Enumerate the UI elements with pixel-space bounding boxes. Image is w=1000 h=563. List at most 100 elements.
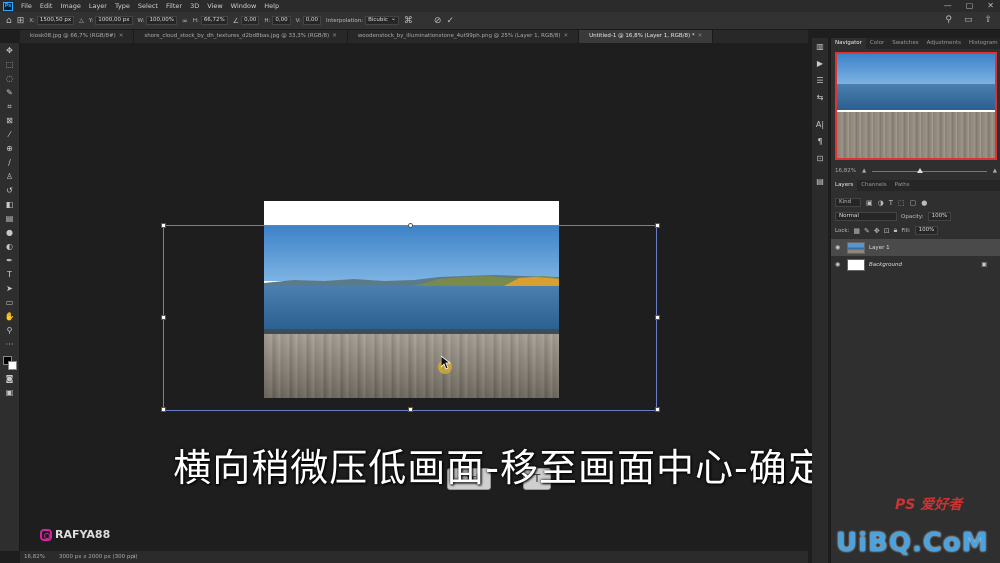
commit-transform-icon[interactable]: ✓	[446, 16, 454, 26]
menu-file[interactable]: File	[17, 0, 36, 12]
transform-handle-right[interactable]	[655, 315, 660, 320]
minimize-icon[interactable]: —	[944, 0, 952, 12]
angle-input[interactable]: 0,00	[241, 16, 260, 25]
filter-adjust-icon[interactable]: ◑	[878, 199, 884, 207]
screen-mode-icon[interactable]: ▣	[4, 388, 16, 398]
background-color-swatch[interactable]	[7, 361, 17, 370]
tab-navigator[interactable]: Navigator	[831, 38, 866, 49]
move-tool-icon[interactable]: ✥	[4, 46, 16, 56]
quick-mask-icon[interactable]: ◙	[4, 374, 16, 384]
frame-tool-icon[interactable]: ⊠	[4, 116, 16, 126]
path-select-tool-icon[interactable]: ➤	[4, 284, 16, 294]
search-icon[interactable]: ⚲	[945, 15, 952, 25]
share-icon[interactable]: ⇪	[984, 15, 992, 25]
lock-artboard-icon[interactable]: ⊡	[884, 227, 890, 235]
color-swatches[interactable]	[2, 356, 17, 370]
menu-type[interactable]: Type	[111, 0, 134, 12]
doc-tab[interactable]: kiosk08.jpg @ 66,7% (RGB/8#) ✕	[20, 30, 135, 43]
vskew-input[interactable]: 0,00	[302, 16, 321, 25]
transform-handle-top-right[interactable]	[655, 223, 660, 228]
healing-tool-icon[interactable]: ⊕	[4, 144, 16, 154]
history-panel-icon[interactable]: ▥	[816, 42, 824, 51]
menu-layer[interactable]: Layer	[85, 0, 111, 12]
tab-close-icon[interactable]: ✕	[698, 33, 703, 39]
doc-tab[interactable]: shore_cloud_stock_by_dh_textures_d2bd8ba…	[134, 30, 348, 43]
character-panel-icon[interactable]: A|	[816, 120, 824, 129]
eye-icon[interactable]: ◉	[835, 261, 843, 268]
more-tools-icon[interactable]: ···	[4, 340, 16, 350]
transform-handle-top-left[interactable]	[161, 223, 166, 228]
tab-close-icon[interactable]: ✕	[332, 33, 337, 39]
lock-paint-icon[interactable]: ✎	[864, 227, 870, 235]
lock-pixels-icon[interactable]: ▦	[853, 227, 860, 235]
free-transform-box[interactable]	[163, 225, 657, 411]
layer-kind-filter[interactable]: Kind	[835, 198, 861, 207]
hskew-input[interactable]: 0,00	[272, 16, 291, 25]
w-input[interactable]: 100,00%	[146, 16, 177, 25]
history-brush-tool-icon[interactable]: ↺	[4, 186, 16, 196]
brush-tool-icon[interactable]: ∕	[4, 158, 16, 168]
status-arrow-icon[interactable]: ›	[133, 553, 136, 561]
paragraph-panel-icon[interactable]: ¶	[817, 137, 822, 146]
marquee-tool-icon[interactable]: ⬚	[4, 60, 16, 70]
fill-input[interactable]: 100%	[914, 226, 939, 235]
transform-handle-bottom[interactable]	[408, 407, 413, 412]
menu-edit[interactable]: Edit	[36, 0, 57, 12]
warp-icon[interactable]: ⌘	[404, 16, 413, 26]
tab-channels[interactable]: Channels	[857, 180, 890, 191]
y-input[interactable]: 1000,00 px	[95, 16, 133, 25]
transform-handle-bottom-left[interactable]	[161, 407, 166, 412]
transform-reference-point[interactable]	[408, 223, 413, 228]
zoom-in-icon[interactable]: ▲	[993, 168, 997, 174]
adjust-panel-icon[interactable]: ⇆	[817, 93, 824, 102]
menu-3d[interactable]: 3D	[186, 0, 203, 12]
status-zoom[interactable]: 16,82%	[24, 554, 45, 560]
navigator-thumbnail[interactable]	[835, 52, 997, 160]
navigator-zoom-slider[interactable]	[872, 167, 987, 173]
filter-smart-icon[interactable]: ▢	[910, 199, 917, 207]
layer-name[interactable]: Background	[869, 262, 902, 268]
menu-select[interactable]: Select	[134, 0, 162, 12]
layer-row[interactable]: ◉ Layer 1	[831, 239, 1000, 256]
filter-type-icon[interactable]: T	[889, 199, 893, 207]
transform-handle-left[interactable]	[161, 315, 166, 320]
workspace-icon[interactable]: ▭	[964, 15, 973, 25]
actions-panel-icon[interactable]: ▶	[817, 59, 823, 68]
transform-handle-bottom-right[interactable]	[655, 407, 660, 412]
h-input[interactable]: 66,72%	[200, 16, 228, 25]
stamp-tool-icon[interactable]: ♙	[4, 172, 16, 182]
menu-view[interactable]: View	[203, 0, 226, 12]
link-icon[interactable]: ∞	[182, 17, 188, 25]
tab-color[interactable]: Color	[866, 38, 888, 49]
shape-tool-icon[interactable]: ▭	[4, 298, 16, 308]
presets-panel-icon[interactable]: ▤	[816, 177, 824, 186]
blend-mode-select[interactable]: Normal	[835, 212, 897, 221]
filter-shape-icon[interactable]: ⬚	[898, 199, 905, 207]
delta-icon[interactable]: △	[79, 17, 84, 24]
menu-window[interactable]: Window	[227, 0, 261, 12]
home-icon[interactable]: ⌂	[6, 16, 12, 26]
type-tool-icon[interactable]: T	[4, 270, 16, 280]
menu-image[interactable]: Image	[56, 0, 84, 12]
properties-panel-icon[interactable]: ☰	[816, 76, 823, 85]
eye-icon[interactable]: ◉	[835, 244, 843, 251]
hand-tool-icon[interactable]: ✋	[4, 312, 16, 322]
quick-select-tool-icon[interactable]: ✎	[4, 88, 16, 98]
doc-tab-active[interactable]: Untitled-1 @ 16,8% (Layer 1, RGB/8) * ✕	[579, 30, 714, 43]
layer-name[interactable]: Layer 1	[869, 245, 890, 251]
zoom-tool-icon[interactable]: ⚲	[4, 326, 16, 336]
menu-help[interactable]: Help	[260, 0, 283, 12]
opacity-input[interactable]: 100%	[927, 212, 952, 221]
navigator-zoom-value[interactable]: 16,82%	[835, 168, 856, 174]
doc-tab[interactable]: woodenstock_by_illuminationstone_4ut99ph…	[348, 30, 580, 43]
zoom-slider-knob[interactable]	[917, 167, 924, 173]
lock-all-icon[interactable]: 🔒︎	[894, 226, 898, 235]
tab-layers[interactable]: Layers	[831, 180, 858, 191]
menu-filter[interactable]: Filter	[162, 0, 186, 12]
tab-paths[interactable]: Paths	[891, 180, 914, 191]
filter-pixel-icon[interactable]: ▣	[866, 199, 873, 207]
tab-swatches[interactable]: Swatches	[888, 38, 922, 49]
close-icon[interactable]: ✕	[987, 0, 994, 12]
maximize-icon[interactable]: ▢	[966, 0, 974, 12]
cancel-transform-icon[interactable]: ⊘	[434, 16, 442, 26]
